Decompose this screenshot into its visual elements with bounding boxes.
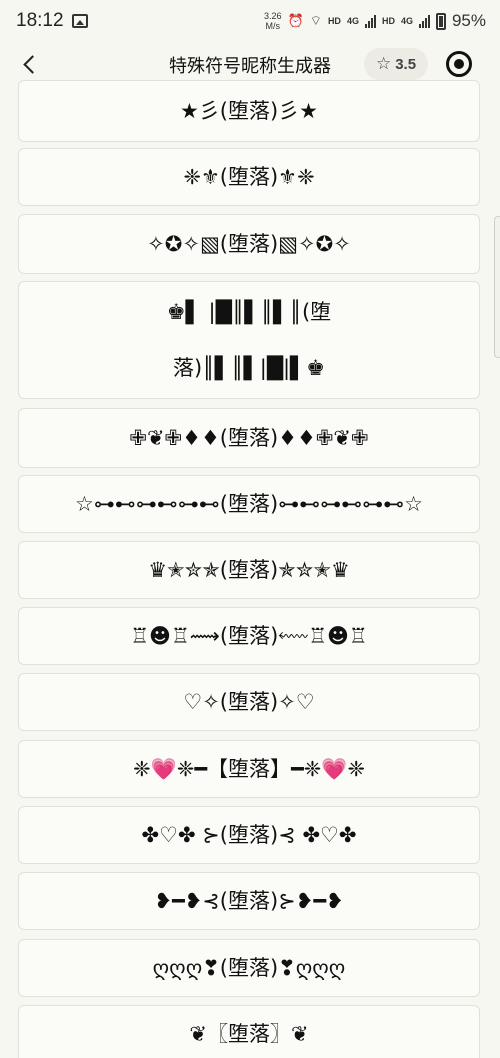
nickname-card[interactable]: ♖☻♖⟿(堕落)⬳♖☻♖ xyxy=(18,607,480,665)
nickname-card[interactable]: ❦〖堕落〗❦ xyxy=(18,1005,480,1058)
gallery-notification-icon xyxy=(71,14,88,28)
nickname-text: ❈⚜(堕落)⚜❈ xyxy=(183,165,315,189)
nickname-card[interactable]: ✙❦✙♦♦(堕落)♦♦✙❦✙ xyxy=(18,408,480,468)
nickname-card[interactable]: ❈💗❈━【堕落】━❈💗❈ xyxy=(18,740,480,798)
network-speed-unit: M/s xyxy=(265,21,281,31)
nickname-card[interactable]: ✤♡✤ ⊱(堕落)⊰ ✤♡✤ xyxy=(18,806,480,864)
signal-icon-1 xyxy=(364,14,376,28)
status-time: 18:12 xyxy=(16,10,64,31)
nickname-text: ♛✭✮✯(堕落)✯✮✭♛ xyxy=(148,558,350,582)
nickname-card[interactable]: ♡✧(堕落)✧♡ xyxy=(18,673,480,731)
nickname-card[interactable]: ❈⚜(堕落)⚜❈ xyxy=(18,148,480,206)
nickname-text: ♡✧(堕落)✧♡ xyxy=(183,690,315,714)
battery-level: 95% xyxy=(451,11,486,30)
alarm-icon: ⏰ xyxy=(287,13,304,28)
nickname-text-line-1: ♚▌ |█║▌║▌║(堕 xyxy=(166,300,332,324)
nickname-text: ❈💗❈━【堕落】━❈💗❈ xyxy=(133,757,365,781)
target-icon[interactable] xyxy=(446,51,472,77)
nickname-card[interactable]: ♚▌ |█║▌║▌║(堕 落)║▌║▌|█|▌♚ xyxy=(18,281,480,399)
nickname-text: ★彡(堕落)彡★ xyxy=(179,99,319,123)
network-type-2: 4G xyxy=(400,16,413,26)
status-bar: 18:12 3.26 M/s ⏰ ⌔ HD 4G HD 4G 95% xyxy=(0,0,500,42)
rating-value: 3.5 xyxy=(395,55,417,73)
wifi-icon: ⌔ xyxy=(309,13,322,28)
nickname-card[interactable]: ❥━❥⊰(堕落)⊱❥━❥ xyxy=(18,872,480,930)
nickname-text: ✧✪✧▧(堕落)▧✧✪✧ xyxy=(147,232,351,256)
network-speed: 3.26 M/s xyxy=(264,11,282,31)
nickname-text-line-2: 落)║▌║▌|█|▌♚ xyxy=(172,356,326,380)
rating-button[interactable]: ☆ 3.5 xyxy=(364,48,428,80)
battery-icon xyxy=(435,12,446,30)
nickname-card[interactable]: ☆⊶⊷⊶⊷⊶⊷(堕落)⊶⊷⊶⊷⊶⊷☆ xyxy=(18,475,480,533)
hd-label-1: HD xyxy=(327,16,341,26)
nickname-text: ✙❦✙♦♦(堕落)♦♦✙❦✙ xyxy=(129,426,369,450)
nickname-card[interactable]: ★彡(堕落)彡★ xyxy=(18,80,480,142)
nickname-text: ✤♡✤ ⊱(堕落)⊰ ✤♡✤ xyxy=(141,823,357,847)
nickname-text: ❦〖堕落〗❦ xyxy=(189,1022,309,1046)
nickname-card[interactable]: ✧✪✧▧(堕落)▧✧✪✧ xyxy=(18,214,480,274)
star-icon: ☆ xyxy=(375,54,392,73)
signal-icon-2 xyxy=(418,14,430,28)
nickname-text: ❥━❥⊰(堕落)⊱❥━❥ xyxy=(154,889,344,913)
status-indicators: 3.26 M/s ⏰ ⌔ HD 4G HD 4G 95% xyxy=(264,11,486,31)
nickname-text: ☆⊶⊷⊶⊷⊶⊷(堕落)⊶⊷⊶⊷⊶⊷☆ xyxy=(74,492,424,516)
nickname-card[interactable]: ♛✭✮✯(堕落)✯✮✭♛ xyxy=(18,541,480,599)
side-drawer-handle[interactable] xyxy=(494,216,500,358)
nickname-text: ღღღ❣(堕落)❣ღღღ xyxy=(152,956,346,980)
network-type-1: 4G xyxy=(346,16,359,26)
nickname-card[interactable]: ღღღ❣(堕落)❣ღღღ xyxy=(18,939,480,997)
hd-label-2: HD xyxy=(381,16,395,26)
network-speed-value: 3.26 xyxy=(263,11,282,21)
nickname-text: ♖☻♖⟿(堕落)⬳♖☻♖ xyxy=(130,624,368,648)
